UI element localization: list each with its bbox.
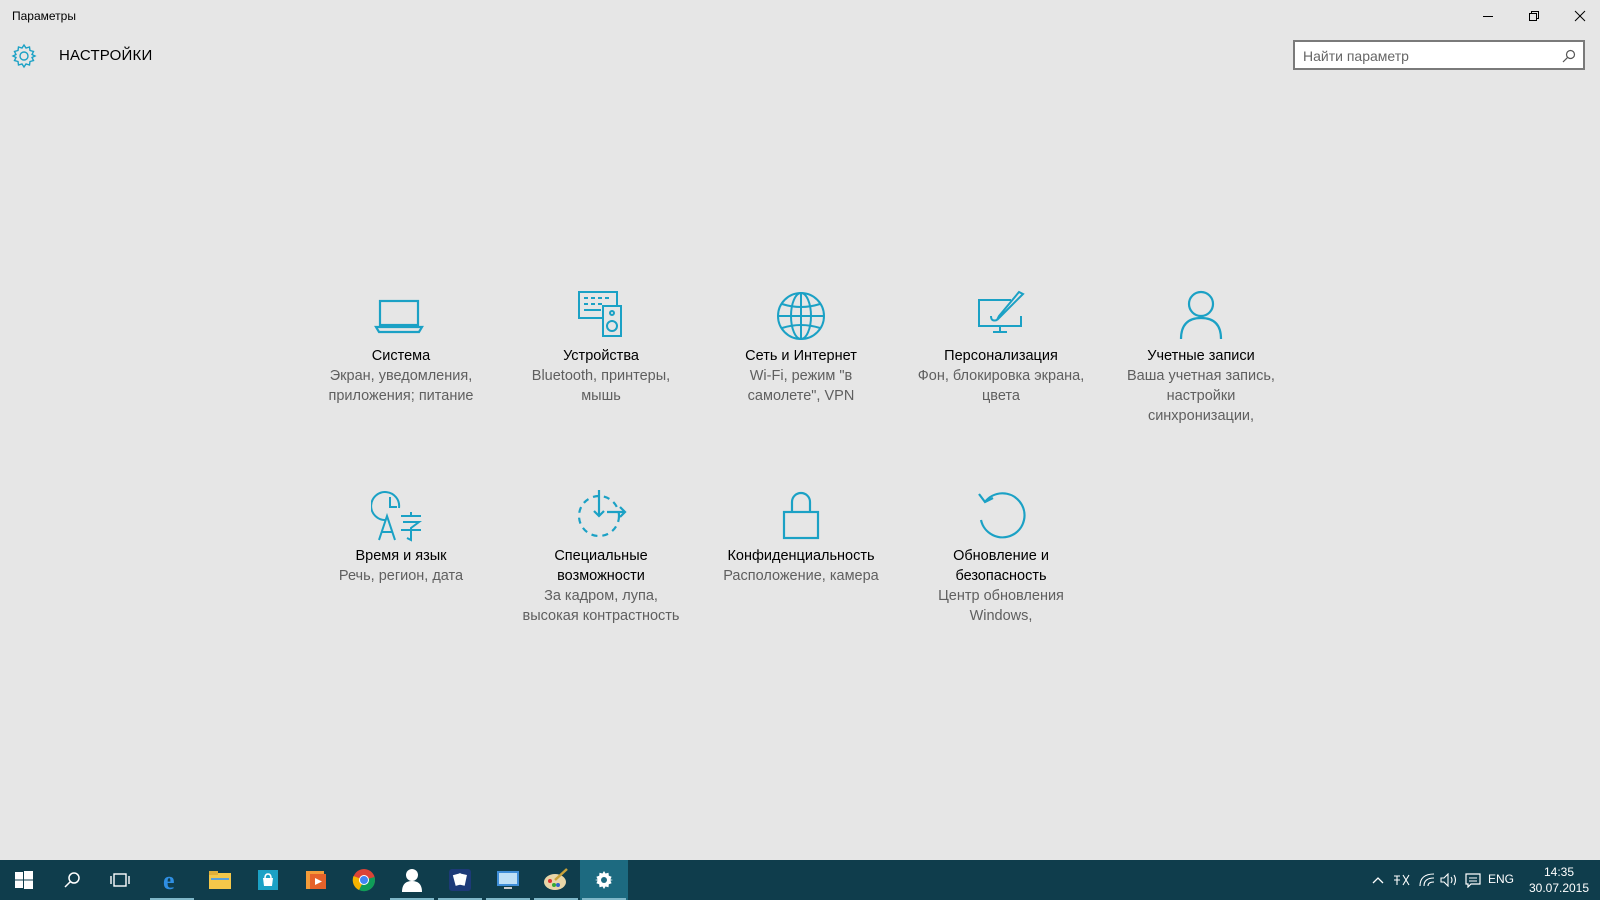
tile-title: Время и язык: [355, 548, 447, 564]
solitaire-icon: [449, 869, 471, 891]
tile-network[interactable]: Сеть и Интернет Wi-Fi, режим "в самолете…: [716, 286, 886, 406]
tile-title: Сеть и Интернет: [745, 348, 857, 364]
store-icon: [258, 870, 278, 890]
taskbar-media-player[interactable]: [292, 860, 340, 900]
personalization-icon: [978, 290, 1025, 333]
tray-input-indicator[interactable]: [1390, 860, 1414, 900]
tile-description: За кадром, лупа, высокая контрастность: [522, 588, 680, 624]
update-icon: [978, 492, 1026, 539]
time-language-icon: [371, 491, 422, 542]
laptop-icon: [374, 299, 424, 334]
taskbar-paint[interactable]: [532, 860, 580, 900]
tile-devices[interactable]: Устройства Bluetooth, принтеры, мышь: [516, 286, 686, 406]
tile-description: Экран, уведомления, приложения; питание: [328, 368, 474, 404]
tray-network[interactable]: [1416, 860, 1438, 900]
tile-personalization[interactable]: Персонализация Фон, блокировка экрана, ц…: [916, 286, 1086, 406]
tile-title: Персонализация: [944, 348, 1058, 364]
edge-icon: e: [163, 868, 175, 892]
devices-icon: [578, 291, 622, 337]
page-title: НАСТРОЙКИ: [59, 47, 153, 64]
tile-title: Обновление и безопасность: [953, 548, 1049, 584]
tile-accessibility[interactable]: Специальные возможности За кадром, лупа,…: [516, 486, 686, 626]
taskbar: e ENG 14:35 30.07.2015: [0, 860, 1600, 900]
remote-desktop-icon: [497, 871, 519, 889]
tile-time-language[interactable]: Время и язык Речь, регион, дата: [316, 486, 486, 586]
tile-title: Специальные возможности: [554, 548, 648, 584]
gear-icon: [11, 43, 37, 69]
tile-system[interactable]: Система Экран, уведомления, приложения; …: [316, 286, 486, 406]
chevron-up-icon: [1372, 877, 1384, 884]
restore-icon: [1529, 11, 1539, 21]
media-player-icon: [306, 871, 326, 889]
window-title: Параметры: [12, 9, 76, 23]
clock-time: 14:35: [1543, 865, 1575, 879]
svg-text:e: e: [163, 868, 175, 892]
taskbar-edge[interactable]: e: [148, 860, 196, 900]
settings-icon: [595, 871, 613, 889]
show-hidden-icons[interactable]: [1368, 860, 1388, 900]
tile-title: Учетные записи: [1147, 348, 1255, 364]
tray-action-center[interactable]: [1461, 860, 1485, 900]
tile-description: Центр обновления Windows,: [938, 588, 1064, 624]
tile-description: Расположение, камера: [723, 568, 879, 584]
tile-update-security[interactable]: Обновление и безопасность Центр обновлен…: [916, 486, 1086, 626]
taskbar-settings[interactable]: [580, 860, 628, 900]
tile-accounts[interactable]: Учетные записи Ваша учетная запись, наст…: [1116, 286, 1286, 426]
tile-privacy[interactable]: Конфиденциальность Расположение, камера: [716, 486, 886, 586]
taskbar-people[interactable]: [388, 860, 436, 900]
start-icon: [15, 871, 33, 889]
task-view-button[interactable]: [96, 860, 144, 900]
start-button[interactable]: [0, 860, 48, 900]
tile-title: Устройства: [563, 348, 639, 364]
language-indicator[interactable]: ENG: [1488, 872, 1514, 886]
lock-icon: [782, 491, 820, 540]
clock-date: 30.07.2015: [1528, 881, 1590, 895]
keyboard-input-icon: [1394, 874, 1410, 886]
close-icon: [1574, 10, 1586, 22]
volume-icon: [1440, 873, 1457, 887]
tile-description: Wi-Fi, режим "в самолете", VPN: [747, 368, 855, 404]
title-bar: Параметры: [0, 0, 1600, 32]
chrome-icon: [352, 869, 375, 892]
task-view-icon: [110, 873, 130, 887]
tile-description: Bluetooth, принтеры, мышь: [531, 368, 671, 404]
search-icon: [64, 872, 80, 888]
clock[interactable]: 14:35 30.07.2015: [1520, 864, 1598, 896]
taskbar-remote-desktop[interactable]: [484, 860, 532, 900]
search-input[interactable]: [1303, 46, 1553, 66]
person-icon: [1179, 290, 1223, 340]
tile-description: Речь, регион, дата: [338, 568, 464, 584]
taskbar-chrome[interactable]: [340, 860, 388, 900]
minimize-icon: [1483, 16, 1493, 17]
restore-button[interactable]: [1511, 0, 1557, 32]
tile-title: Конфиденциальность: [727, 548, 875, 564]
search-button[interactable]: [48, 860, 96, 900]
close-button[interactable]: [1557, 0, 1600, 32]
file-explorer-icon: [209, 871, 231, 889]
accessibility-icon: [577, 490, 627, 538]
search-icon[interactable]: [1561, 48, 1577, 64]
taskbar-file-explorer[interactable]: [196, 860, 244, 900]
taskbar-store[interactable]: [244, 860, 292, 900]
paint-icon: [544, 868, 568, 890]
people-icon: [402, 869, 422, 892]
wifi-icon: [1419, 873, 1435, 887]
search-box[interactable]: [1293, 40, 1585, 70]
notification-icon: [1465, 873, 1481, 888]
taskbar-solitaire[interactable]: [436, 860, 484, 900]
tile-description: Ваша учетная запись, настройки синхрониз…: [1127, 368, 1275, 424]
globe-icon: [777, 292, 825, 340]
tile-title: Система: [371, 348, 431, 364]
tray-volume[interactable]: [1438, 860, 1460, 900]
tile-description: Фон, блокировка экрана, цвета: [917, 368, 1085, 404]
minimize-button[interactable]: [1465, 0, 1511, 32]
